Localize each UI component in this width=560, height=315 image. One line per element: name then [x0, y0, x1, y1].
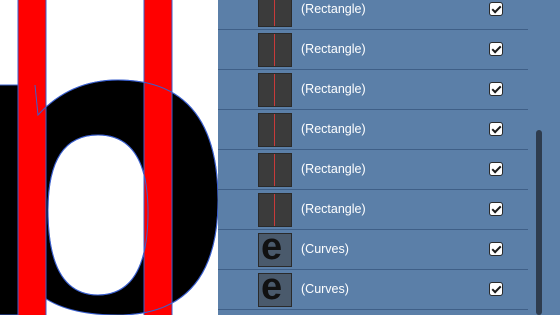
canvas-artwork — [0, 0, 218, 315]
layer-thumbnail — [258, 113, 292, 147]
layer-thumbnail — [258, 33, 292, 67]
layer-visibility-checkbox[interactable] — [489, 282, 503, 296]
layer-visibility-checkbox[interactable] — [489, 202, 503, 216]
layer-name: (Rectangle) — [301, 42, 366, 56]
layer-name: (Rectangle) — [301, 122, 366, 136]
layer-thumbnail — [258, 153, 292, 187]
design-canvas[interactable] — [0, 0, 218, 315]
layer-row[interactable]: (Rectangle) — [218, 150, 528, 190]
layer-name: (Curves) — [301, 282, 349, 296]
layer-thumbnail: e — [258, 233, 292, 267]
layer-row[interactable]: (Rectangle) — [218, 190, 528, 230]
layer-visibility-checkbox[interactable] — [489, 162, 503, 176]
layer-thumb-glyph: e — [261, 233, 283, 267]
layer-thumbnail — [258, 73, 292, 107]
guide-bar-left[interactable] — [18, 0, 46, 315]
layer-visibility-checkbox[interactable] — [489, 2, 503, 16]
layer-row[interactable]: e (Curves) — [218, 230, 528, 270]
layer-name: (Rectangle) — [301, 202, 366, 216]
layer-thumbnail: e — [258, 273, 292, 307]
scrollbar-thumb[interactable] — [536, 130, 542, 315]
layer-visibility-checkbox[interactable] — [489, 122, 503, 136]
layer-name: (Rectangle) — [301, 2, 366, 16]
layer-visibility-checkbox[interactable] — [489, 82, 503, 96]
layer-thumbnail — [258, 0, 292, 27]
guide-bar-right[interactable] — [144, 0, 172, 315]
layers-scrollbar[interactable] — [528, 0, 560, 315]
layer-row[interactable]: (Rectangle) — [218, 30, 528, 70]
layer-row[interactable]: (Rectangle) — [218, 70, 528, 110]
layers-list: (Rectangle) (Rectangle) (Rectangle) (Rec… — [218, 0, 528, 310]
layer-thumbnail — [258, 193, 292, 227]
layer-thumb-glyph: e — [261, 273, 283, 307]
layers-panel: (Rectangle) (Rectangle) (Rectangle) (Rec… — [218, 0, 560, 315]
layer-visibility-checkbox[interactable] — [489, 242, 503, 256]
layer-name: (Rectangle) — [301, 162, 366, 176]
layer-row[interactable]: (Rectangle) — [218, 110, 528, 150]
layer-row[interactable]: e (Curves) — [218, 270, 528, 310]
layer-name: (Curves) — [301, 242, 349, 256]
layer-row[interactable]: (Rectangle) — [218, 0, 528, 30]
layer-visibility-checkbox[interactable] — [489, 42, 503, 56]
layer-name: (Rectangle) — [301, 82, 366, 96]
